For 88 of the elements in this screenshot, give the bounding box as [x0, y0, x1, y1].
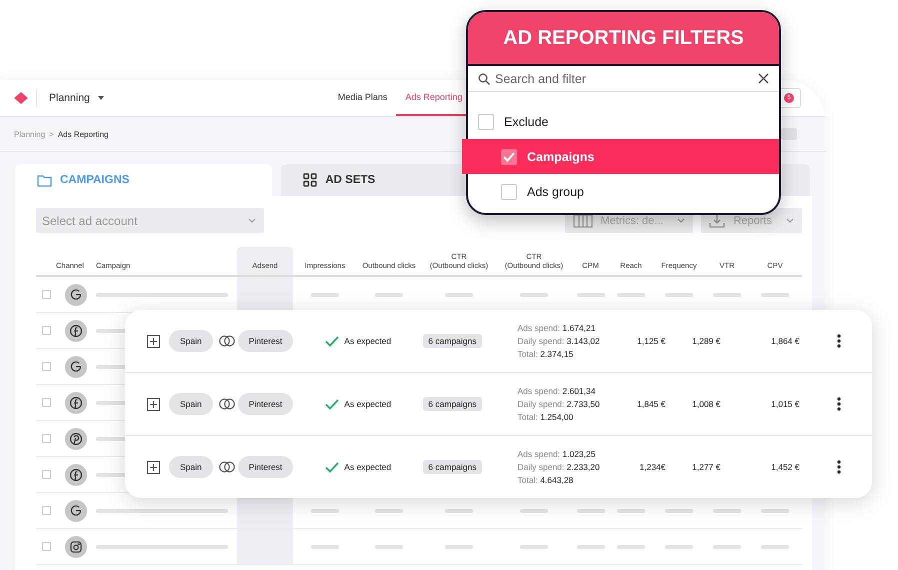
- platform-chip: Pinterest: [238, 456, 294, 478]
- filter-checkbox[interactable]: [501, 184, 517, 200]
- popup-title: AD REPORTING FILTERS: [503, 26, 744, 50]
- platform-chip: Pinterest: [238, 330, 294, 352]
- more-options-icon[interactable]: [836, 397, 840, 411]
- more-options-icon[interactable]: [836, 334, 840, 348]
- google-logo-icon: [65, 284, 87, 306]
- row-checkbox[interactable]: [42, 470, 51, 479]
- overlap-circles-icon: [218, 335, 235, 347]
- view-toggle-button[interactable]: [781, 128, 797, 140]
- checkmark-icon: [325, 336, 340, 346]
- spend-line: Ads spend: 2.601,34: [518, 386, 596, 396]
- metric-value: 1,845 €: [636, 399, 666, 409]
- status-text: As expected: [344, 336, 392, 346]
- country-chip: Spain: [169, 330, 213, 352]
- metric-value: 1,015 €: [770, 399, 800, 409]
- filter-option[interactable]: Campaigns: [462, 139, 779, 174]
- country-chip: Spain: [169, 393, 213, 415]
- metric-value: 1,234€: [638, 462, 666, 472]
- filter-checkbox[interactable]: [478, 114, 494, 130]
- search-icon: [478, 72, 490, 84]
- filter-label: Ads group: [527, 184, 584, 198]
- row-checkbox[interactable]: [42, 434, 51, 443]
- spend-line: Daily spend: 2.733,50: [518, 399, 601, 409]
- spend-line: Total: 1.254,00: [518, 412, 574, 422]
- campaign-count-tag: 6 campaigns: [423, 397, 482, 411]
- breadcrumb-item[interactable]: Planning: [14, 130, 46, 138]
- metric-value: 1,277 €: [691, 462, 720, 472]
- pinterest-logo-icon: [65, 428, 87, 450]
- checkmark-icon: [325, 398, 340, 410]
- chevron-down-icon: [786, 218, 794, 223]
- filter-label: Campaigns: [527, 150, 594, 164]
- country-chip: Spain: [169, 456, 213, 478]
- breadcrumb-item: Ads Reporting: [58, 130, 109, 138]
- overlap-circles-icon: [218, 398, 235, 410]
- row-checkbox[interactable]: [42, 506, 51, 515]
- search-field[interactable]: Search and filter: [495, 72, 753, 86]
- workspace-dropdown[interactable]: Planning: [36, 89, 104, 107]
- spend-line: Total: 4.643,28: [518, 475, 574, 485]
- spend-line: Daily spend: 3.143,02: [518, 336, 601, 346]
- status-text: As expected: [344, 462, 392, 472]
- filter-option[interactable]: Ads group: [468, 174, 779, 209]
- logo-icon: [14, 92, 28, 104]
- expand-icon[interactable]: [147, 334, 160, 348]
- instagram-logo-icon: [65, 536, 87, 558]
- expand-icon[interactable]: [147, 460, 160, 474]
- platform-chip: Pinterest: [238, 393, 294, 415]
- metric-value: 1,864 €: [770, 336, 800, 346]
- facebook-logo-icon: [65, 464, 87, 486]
- metric-value: 1,125 €: [636, 336, 666, 346]
- section-tab[interactable]: CAMPAIGNS: [15, 164, 272, 196]
- facebook-logo-icon: [65, 392, 87, 414]
- expand-icon[interactable]: [147, 398, 160, 410]
- chevron-down-icon: [248, 218, 256, 223]
- google-logo-icon: [65, 356, 87, 378]
- row-checkbox[interactable]: [42, 398, 51, 407]
- folder-icon: [37, 174, 52, 186]
- google-logo-icon: [65, 500, 87, 522]
- metric-value: 1,289 €: [691, 336, 720, 346]
- status-text: As expected: [344, 399, 392, 409]
- columns-icon: [572, 214, 592, 228]
- spend-line: Ads spend: 1.674,21: [518, 323, 596, 333]
- filter-checkbox[interactable]: [501, 148, 517, 164]
- facebook-logo-icon: [65, 320, 87, 342]
- download-icon: [709, 214, 726, 228]
- breadcrumb-separator: >: [49, 130, 54, 138]
- row-checkbox[interactable]: [42, 290, 51, 299]
- row-checkbox[interactable]: [42, 542, 51, 551]
- campaign-count-tag: 6 campaigns: [423, 334, 482, 348]
- caret-icon: [98, 96, 104, 100]
- checkmark-icon: [325, 462, 340, 472]
- spend-line: Ads spend: 1.023,25: [518, 449, 596, 459]
- row-checkbox[interactable]: [42, 326, 51, 335]
- spend-line: Total: 2.374,15: [518, 349, 574, 359]
- campaign-count-tag: 6 campaigns: [423, 460, 482, 474]
- metric-value: 1,452 €: [770, 462, 800, 472]
- metric-value: 1,008 €: [691, 399, 720, 409]
- more-options-icon[interactable]: [836, 460, 840, 474]
- close-icon[interactable]: [758, 73, 769, 84]
- row-checkbox[interactable]: [42, 362, 51, 371]
- chevron-down-icon: [677, 218, 686, 223]
- overlap-circles-icon: [218, 461, 235, 473]
- filter-label: Exclude: [504, 114, 548, 128]
- grid-icon: [303, 173, 318, 187]
- sorted-column-background: [237, 277, 293, 312]
- nav-tab[interactable]: Media Plans: [328, 80, 396, 116]
- ad-account-select[interactable]: Select ad account: [36, 208, 264, 233]
- spend-line: Daily spend: 2.233,20: [518, 462, 601, 472]
